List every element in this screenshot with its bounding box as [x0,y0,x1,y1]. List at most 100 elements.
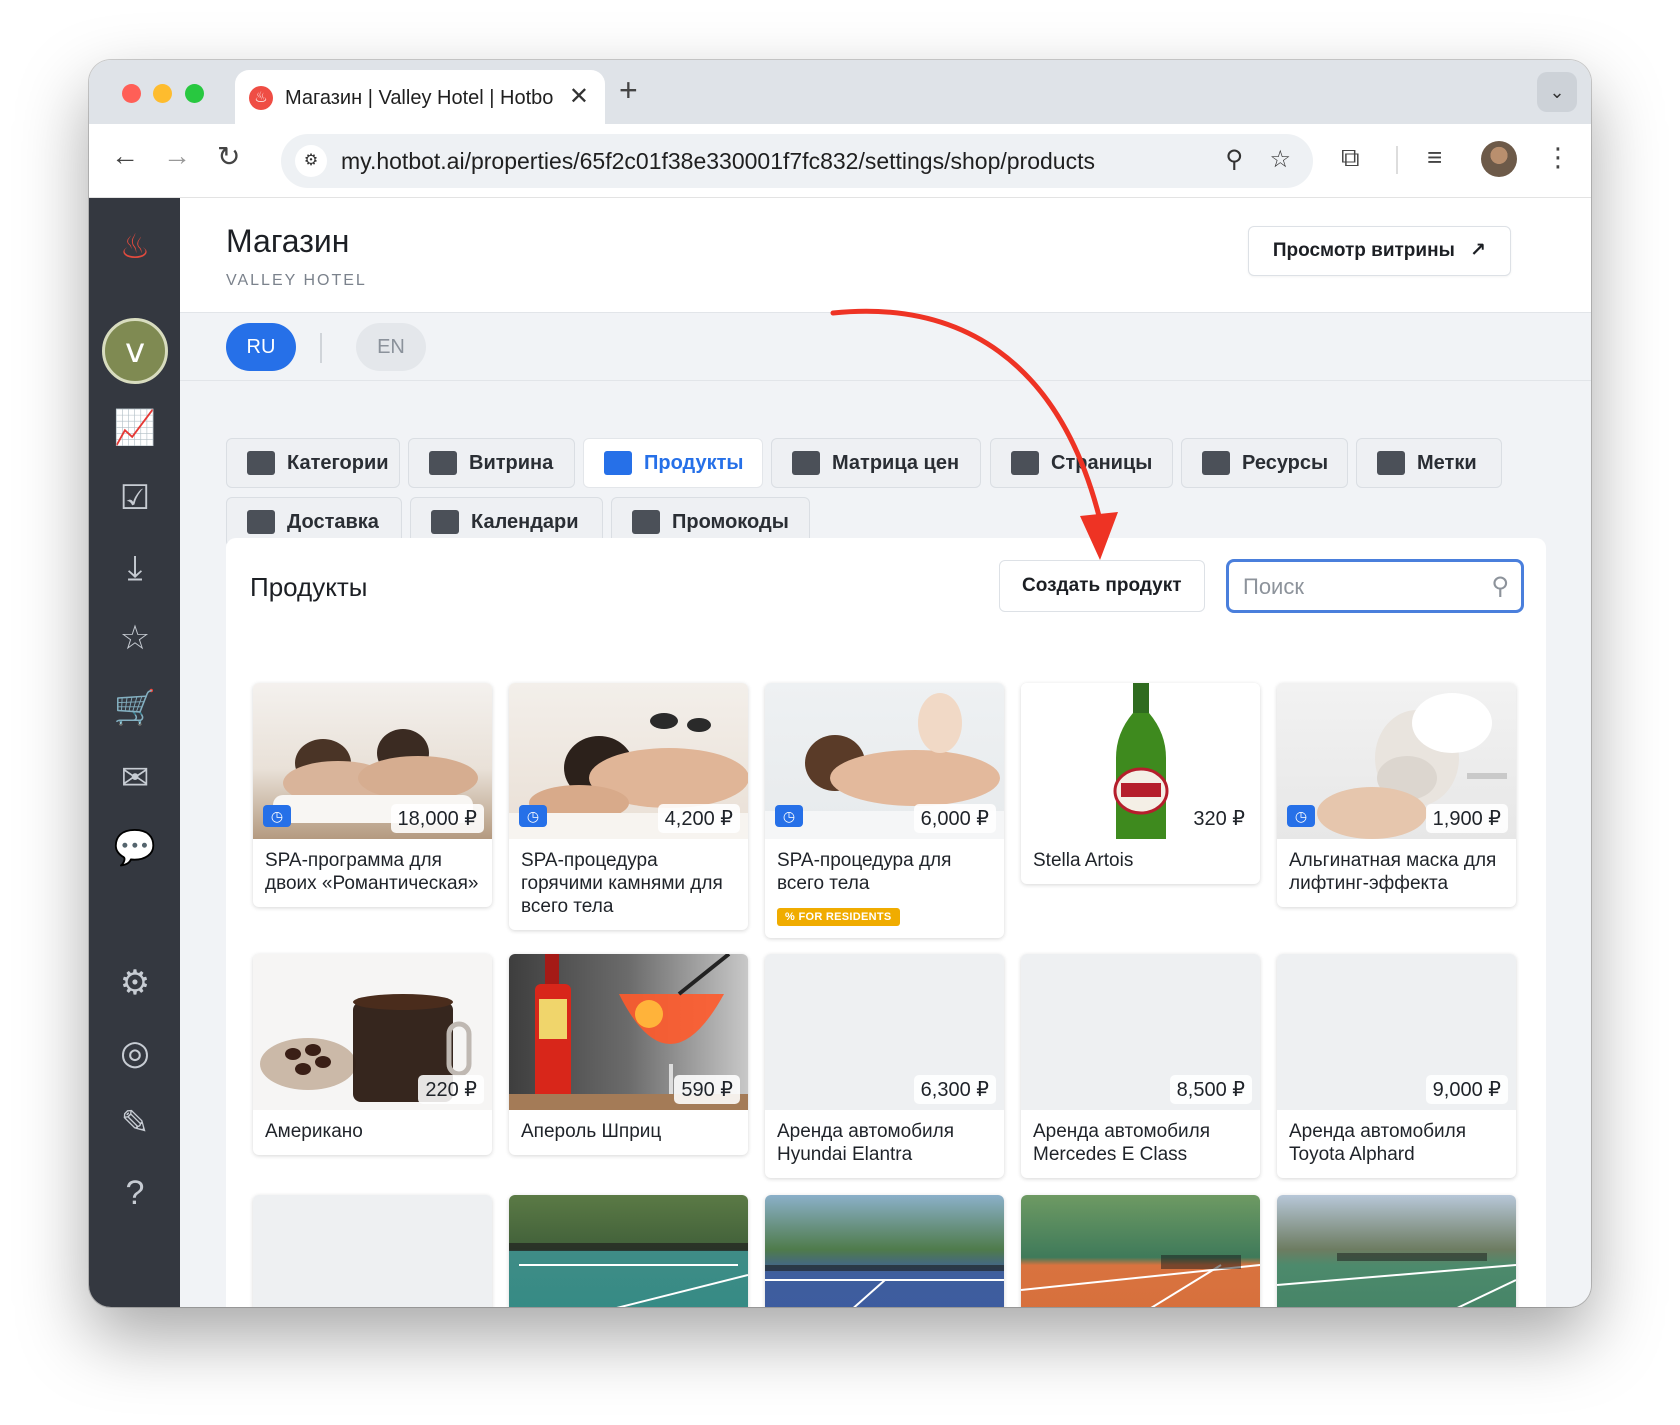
product-card[interactable]: ◷ 6,000 ₽ SPA-процедура для всего тела %… [765,683,1004,938]
product-card[interactable]: ◷ 4,200 ₽ SPA-процедура горячими камнями… [509,683,748,930]
product-card[interactable]: 6,300 ₽ Аренда автомобиля Hyundai Elantr… [765,954,1004,1178]
product-card[interactable]: 8,500 ₽ Аренда автомобиля Mercedes E Cla… [1021,954,1260,1178]
media-control-icon[interactable]: ≡ [1427,142,1442,173]
product-price: 18,000 ₽ [390,804,484,833]
product-image-massage: ◷ 6,000 ₽ [765,683,1004,839]
address-bar[interactable]: ⚙ my.hotbot.ai/properties/65f2c01f38e330… [281,134,1313,188]
tab-search-chevron-icon[interactable]: ⌄ [1537,72,1577,112]
tab-showcase-label: Витрина [469,452,554,474]
lang-divider [320,333,322,363]
calendar-icon [431,510,459,534]
lang-ru-button[interactable]: RU [226,323,296,371]
tab-tags[interactable]: Метки [1356,438,1502,488]
tab-strip: ♨ Магазин | Valley Hotel | Hotbot ✕ + ⌄ [89,60,1591,124]
forward-arrow-icon[interactable]: → [163,140,191,172]
zoom-icon[interactable]: ⚲ [1225,145,1243,174]
reload-icon[interactable]: ↻ [217,140,240,173]
product-card[interactable] [1021,1195,1260,1307]
reviews-star-icon[interactable]: ☆ [110,613,160,663]
product-image-spa-couple: ◷ 18,000 ₽ [253,683,492,839]
tab-resources-label: Ресурсы [1242,452,1329,474]
new-tab-button[interactable]: + [619,72,638,109]
product-price: 320 ₽ [1186,804,1252,833]
minimize-window-button[interactable] [153,84,172,103]
lang-en-button[interactable]: EN [356,323,426,371]
product-name: Американо [265,1121,363,1142]
product-card[interactable] [1277,1195,1516,1307]
product-image-placeholder: 9,000 ₽ [1277,954,1516,1110]
close-window-button[interactable] [122,84,141,103]
edit-pencil-icon[interactable]: ✎ [110,1098,160,1148]
tab-price-matrix[interactable]: Матрица цен [771,438,981,488]
extensions-icon[interactable]: ⧉ [1341,142,1360,174]
browser-tab[interactable]: ♨ Магазин | Valley Hotel | Hotbot ✕ [235,70,605,124]
tab-pages[interactable]: Страницы [990,438,1173,488]
product-card[interactable]: 9,000 ₽ Аренда автомобиля Toyota Alphard [1277,954,1516,1178]
browser-toolbar: ← → ↻ ⚙ my.hotbot.ai/properties/65f2c01f… [89,124,1591,198]
profile-avatar[interactable] [1481,141,1517,177]
tasks-check-icon[interactable]: ☑ [110,473,160,523]
hotbot-logo-icon[interactable]: ♨ [110,222,160,272]
product-price: 4,200 ₽ [657,804,740,833]
products-panel: Продукты Создать продукт ⚲ ◷ 18, [226,538,1546,1307]
help-icon[interactable]: ? [110,1168,160,1218]
product-name: SPA-процедура для всего тела [777,850,952,894]
create-product-button[interactable]: Создать продукт [999,560,1205,612]
search-box[interactable]: ⚲ [1226,559,1524,613]
tab-calendars-label: Календари [471,511,579,533]
product-card[interactable] [253,1195,492,1307]
product-card[interactable] [509,1195,748,1307]
tab-tags-label: Метки [1417,452,1477,474]
product-card[interactable]: 590 ₽ Апероль Шприц [509,954,748,1155]
product-price: 9,000 ₽ [1425,1075,1508,1104]
product-name: SPA-процедура горячими камнями для всего… [521,850,723,917]
shop-cart-icon[interactable]: 🛒 [110,683,160,733]
truck-icon [247,510,275,534]
chat-icon[interactable]: 💬 [110,823,160,873]
bookmark-star-icon[interactable]: ☆ [1269,145,1291,174]
settings-gear-icon[interactable]: ⚙ [110,958,160,1008]
timed-service-clock-icon: ◷ [519,805,547,827]
browser-window: ♨ Магазин | Valley Hotel | Hotbot ✕ + ⌄ … [89,60,1591,1307]
site-settings-icon[interactable]: ⚙ [295,145,327,177]
product-card[interactable]: 220 ₽ Американо [253,954,492,1155]
inbox-download-icon[interactable]: ⤓ [110,543,160,593]
tab-title: Магазин | Valley Hotel | Hotbot [285,87,553,109]
product-card[interactable] [765,1195,1004,1307]
close-tab-icon[interactable]: ✕ [569,82,589,111]
tab-categories[interactable]: Категории [226,438,400,488]
browser-menu-icon[interactable]: ⋮ [1545,142,1571,173]
tab-showcase[interactable]: Витрина [408,438,575,488]
tab-products-label: Продукты [644,452,744,474]
hotel-avatar[interactable]: ⅴ [102,318,168,384]
product-card[interactable]: ◷ 18,000 ₽ SPA-программа для двоих «Рома… [253,683,492,907]
search-input[interactable] [1243,574,1463,600]
store-icon [247,451,275,475]
back-arrow-icon[interactable]: ← [111,140,139,172]
product-image-placeholder [253,1195,492,1307]
product-price: 220 ₽ [418,1075,484,1104]
tag-icon [1377,451,1405,475]
timed-service-clock-icon: ◷ [263,805,291,827]
preview-storefront-button[interactable]: Просмотр витрины ↗ [1247,226,1511,276]
maximize-window-button[interactable] [185,84,204,103]
analytics-icon[interactable]: 📈 [110,403,160,453]
products-panel-title: Продукты [250,572,368,602]
user-profile-icon[interactable]: ◎ [110,1028,160,1078]
product-card[interactable]: ◷ 1,900 ₽ Альгинатная маска для лифтинг-… [1277,683,1516,907]
product-price: 1,900 ₽ [1425,804,1508,833]
tab-products[interactable]: Продукты [583,438,763,488]
tab-resources[interactable]: Ресурсы [1181,438,1348,488]
mail-icon[interactable]: ✉ [110,753,160,803]
external-link-icon: ↗ [1470,240,1486,261]
tab-categories-label: Категории [287,452,389,474]
product-image-coffee: 220 ₽ [253,954,492,1110]
product-image-tennis-court [765,1195,1004,1307]
url-text[interactable]: my.hotbot.ai/properties/65f2c01f38e33000… [341,148,1095,175]
product-name: Аренда автомобиля Toyota Alphard [1289,1121,1467,1165]
page-header: Магазин VALLEY HOTEL Просмотр витрины ↗ [180,198,1591,313]
product-image-placeholder: 8,500 ₽ [1021,954,1260,1110]
product-card[interactable]: 320 ₽ Stella Artois [1021,683,1260,884]
product-image-tennis-court [1021,1195,1260,1307]
timed-service-clock-icon: ◷ [775,805,803,827]
